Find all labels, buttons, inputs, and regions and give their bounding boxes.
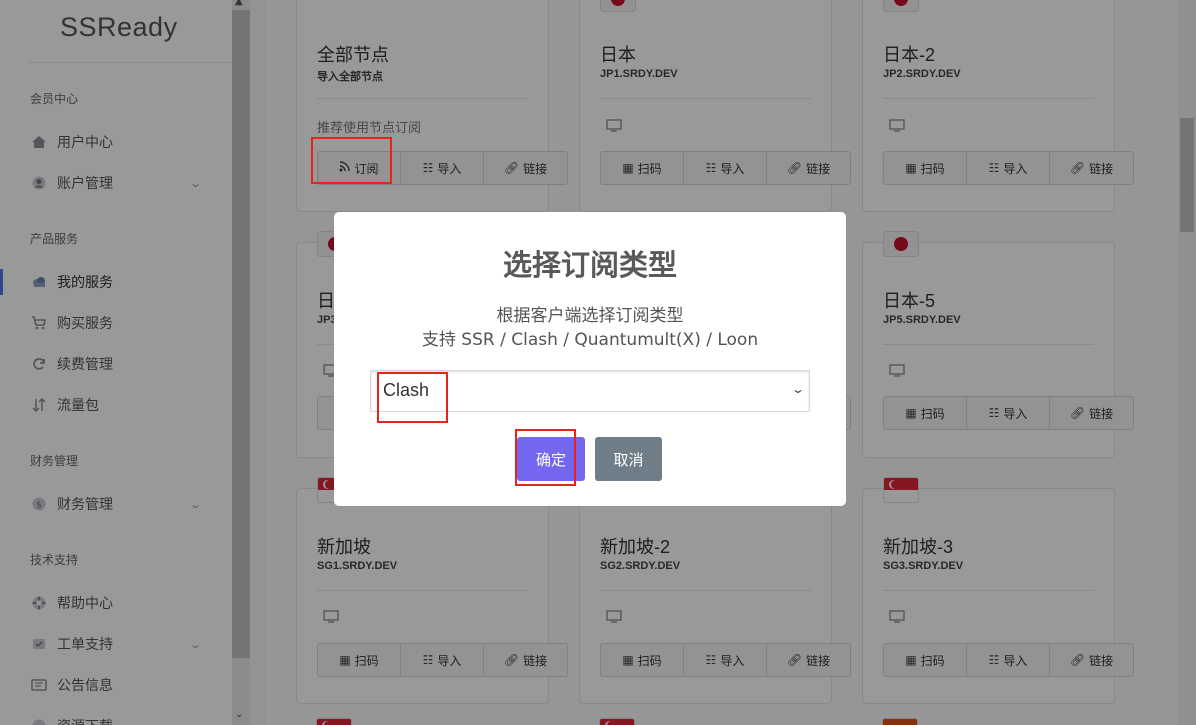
subscription-type-dialog: 选择订阅类型 根据客户端选择订阅类型 支持 SSR / Clash / Quan… (334, 212, 846, 506)
highlight-select (377, 372, 448, 423)
chevron-down-icon: ⌄ (790, 382, 806, 396)
dialog-text: 根据客户端选择订阅类型 (496, 306, 684, 326)
dialog-title: 选择订阅类型 (502, 248, 677, 282)
cancel-button[interactable]: 取消 (595, 437, 662, 481)
highlight-subscribe (311, 137, 392, 184)
highlight-confirm (515, 429, 576, 486)
dialog-text: 支持 SSR / Clash / Quantumult(X) / Loon (421, 330, 759, 350)
